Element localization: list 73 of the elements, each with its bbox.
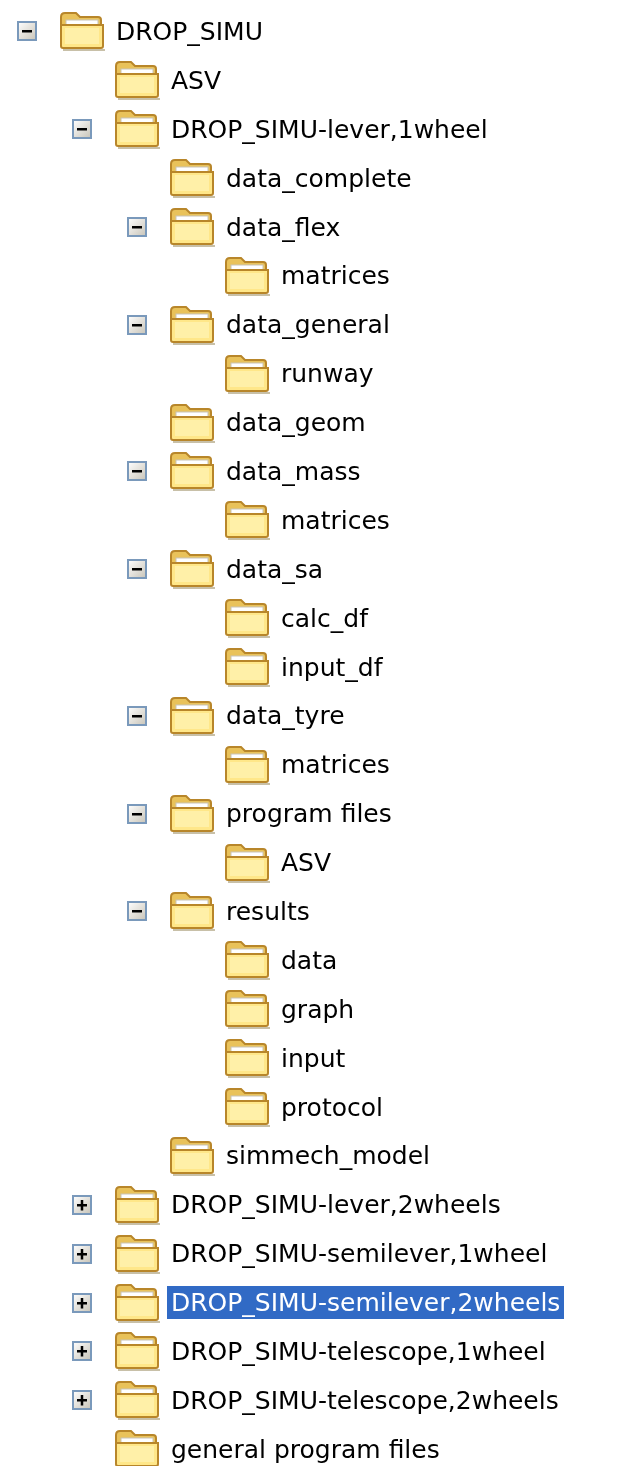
folder-label[interactable]: DROP_SIMU-lever,1wheel [167, 112, 492, 146]
folder-icon [168, 207, 216, 247]
folder-label[interactable]: ASV [277, 846, 336, 880]
folder-label[interactable]: matrices [277, 748, 394, 782]
expand-icon[interactable] [72, 1292, 92, 1313]
folder-icon [223, 500, 271, 541]
folder-icon [113, 1184, 161, 1225]
folder-label[interactable]: results [222, 894, 314, 928]
folder-icon [113, 1233, 161, 1274]
folder-label[interactable]: data_general [222, 308, 394, 342]
folder-label[interactable]: calc_df [277, 601, 372, 635]
collapse-icon[interactable] [127, 461, 147, 482]
folder-icon [113, 1380, 161, 1421]
folder-icon [223, 255, 271, 296]
folder-label[interactable]: runway [277, 357, 378, 391]
folder-label[interactable]: data_sa [222, 552, 328, 586]
folder-icon [113, 1282, 161, 1323]
folder-icon [168, 451, 216, 492]
expand-icon[interactable] [72, 1390, 92, 1411]
folder-icon [168, 304, 216, 345]
collapse-icon[interactable] [72, 119, 92, 140]
folder-label[interactable]: general program files [167, 1432, 444, 1466]
folder-label[interactable]: input_df [277, 650, 387, 684]
folder-icon [223, 1038, 271, 1079]
expand-icon[interactable] [72, 1194, 92, 1215]
expand-icon[interactable] [72, 1243, 92, 1264]
folder-icon [223, 353, 271, 394]
folder-label[interactable]: data [277, 943, 342, 977]
collapse-icon[interactable] [127, 901, 147, 922]
folder-icon [113, 60, 161, 101]
folder-label[interactable]: simmech_model [222, 1139, 434, 1173]
folder-icon [223, 842, 271, 883]
folder-label[interactable]: data_flex [222, 210, 345, 244]
collapse-icon[interactable] [127, 705, 147, 726]
folder-icon [223, 744, 271, 785]
folder-label[interactable]: data_complete [222, 161, 416, 195]
folder-icon [168, 891, 216, 932]
folder-icon [113, 1331, 161, 1372]
folder-icon [168, 402, 216, 443]
folder-label[interactable]: ASV [167, 63, 226, 97]
folder-icon [223, 598, 271, 639]
folder-icon [168, 1135, 216, 1176]
folder-label[interactable]: DROP_SIMU [112, 14, 267, 48]
folder-icon [168, 793, 216, 834]
folder-label[interactable]: program files [222, 797, 396, 831]
folder-label[interactable]: DROP_SIMU-semilever,1wheel [167, 1237, 552, 1271]
folder-icon [223, 940, 271, 981]
folder-icon [58, 11, 106, 52]
folder-label[interactable]: DROP_SIMU-telescope,2wheels [167, 1383, 563, 1417]
folder-label[interactable]: DROP_SIMU-lever,2wheels [167, 1188, 505, 1222]
folder-icon [223, 647, 271, 687]
folder-label[interactable]: protocol [277, 1090, 387, 1124]
collapse-icon[interactable] [127, 559, 147, 580]
collapse-icon[interactable] [127, 803, 147, 824]
collapse-icon[interactable] [127, 314, 147, 335]
folder-icon [168, 549, 216, 590]
folder-label[interactable]: matrices [277, 503, 394, 537]
folder-icon [168, 695, 216, 736]
folder-icon [223, 989, 271, 1030]
folder-icon [168, 158, 216, 199]
folder-label[interactable]: data_geom [222, 406, 370, 440]
folder-label[interactable]: DROP_SIMU-semilever,2wheels [167, 1286, 565, 1320]
folder-label[interactable]: graph [277, 992, 359, 1026]
folder-label[interactable]: data_tyre [222, 699, 349, 733]
collapse-icon[interactable] [127, 217, 147, 237]
collapse-icon[interactable] [17, 21, 37, 42]
folder-label[interactable]: input [277, 1041, 350, 1075]
folder-label[interactable]: data_mass [222, 454, 365, 488]
expand-icon[interactable] [72, 1341, 92, 1362]
folder-icon [113, 109, 161, 150]
folder-icon [223, 1087, 271, 1128]
folder-label[interactable]: DROP_SIMU-telescope,1wheel [167, 1335, 550, 1368]
folder-label[interactable]: matrices [277, 259, 394, 293]
